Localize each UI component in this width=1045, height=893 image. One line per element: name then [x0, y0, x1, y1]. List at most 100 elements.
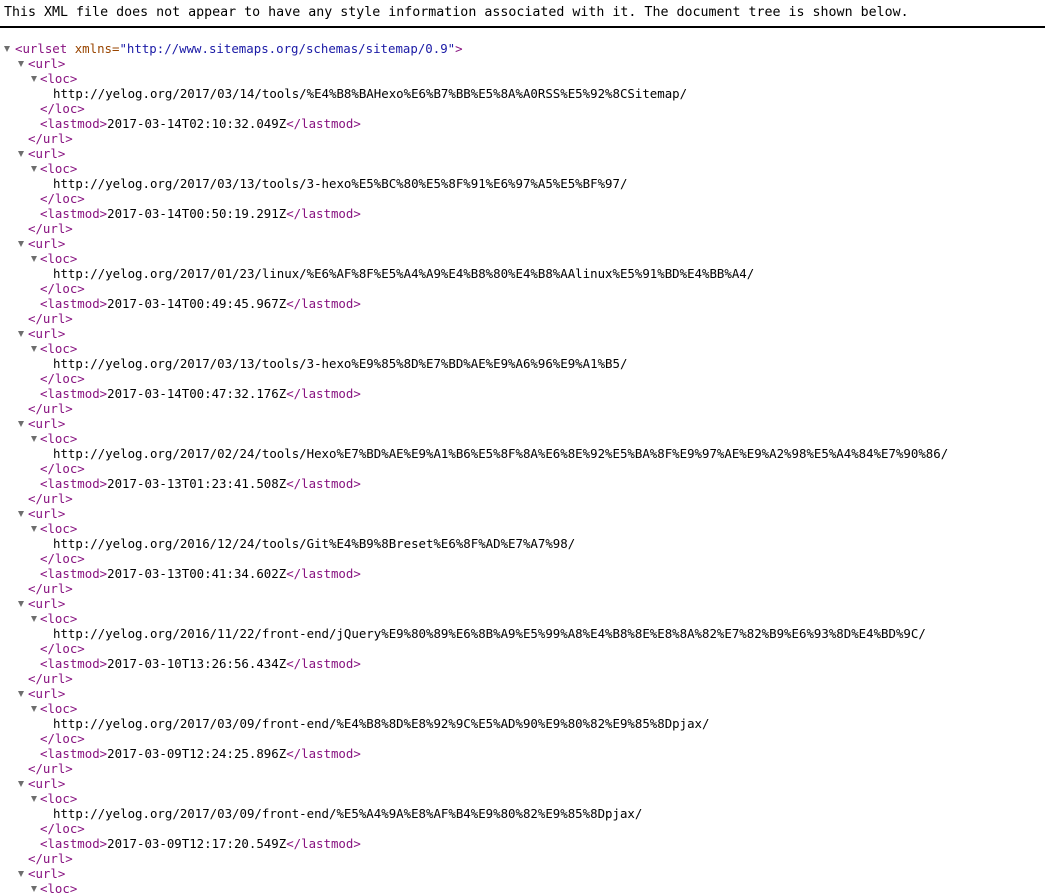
collapse-toggle-icon[interactable]	[17, 776, 27, 791]
loc-value-line: http://yelog.org/2017/02/24/tools/Hexo%E…	[0, 446, 1045, 461]
xmlns-attr-value: "http://www.sitemaps.org/schemas/sitemap…	[119, 41, 456, 56]
collapse-toggle-icon[interactable]	[17, 236, 27, 251]
loc-close-tag: </loc>	[40, 371, 85, 386]
url-close-tag: </url>	[28, 851, 73, 866]
loc-value-line: http://yelog.org/2017/03/14/tools/%E4%B8…	[0, 86, 1045, 101]
loc-close-tag: </loc>	[40, 101, 85, 116]
url-close-tag: </url>	[28, 581, 73, 596]
collapse-toggle-icon[interactable]	[30, 791, 40, 806]
loc-value-line: http://yelog.org/2017/03/13/tools/3-hexo…	[0, 176, 1045, 191]
url-close-line: </url>	[0, 671, 1045, 686]
url-entry: <url> <loc> http://yelog.org/2016/11/22/fr…	[0, 596, 1045, 686]
collapse-toggle-icon[interactable]	[30, 251, 40, 266]
collapse-toggle-icon[interactable]	[17, 866, 27, 881]
url-open-tag: <url>	[28, 866, 66, 881]
lastmod-value: 2017-03-14T02:10:32.049Z	[107, 116, 287, 131]
loc-open-tag: <loc>	[40, 341, 78, 356]
collapse-toggle-icon[interactable]	[17, 506, 27, 521]
collapse-toggle-icon[interactable]	[17, 686, 27, 701]
lastmod-line: <lastmod>2017-03-09T12:17:20.549Z</lastm…	[0, 836, 1045, 851]
collapse-toggle-icon[interactable]	[30, 71, 40, 86]
loc-open-tag: <loc>	[40, 431, 78, 446]
url-close-line: </url>	[0, 221, 1045, 236]
loc-open-tag: <loc>	[40, 521, 78, 536]
url-close-line: </url>	[0, 401, 1045, 416]
lastmod-line: <lastmod>2017-03-10T13:26:56.434Z</lastm…	[0, 656, 1045, 671]
collapse-toggle-icon[interactable]	[30, 701, 40, 716]
lastmod-value: 2017-03-13T00:41:34.602Z	[107, 566, 287, 581]
lastmod-line: <lastmod>2017-03-13T01:23:41.508Z</lastm…	[0, 476, 1045, 491]
loc-open-tag: <loc>	[40, 251, 78, 266]
url-close-line: </url>	[0, 491, 1045, 506]
collapse-toggle-icon[interactable]	[17, 326, 27, 341]
lastmod-close-tag: </lastmod>	[286, 206, 361, 221]
collapse-toggle-icon[interactable]	[3, 41, 13, 56]
url-close-line: </url>	[0, 131, 1045, 146]
urlset-open-tag: <urlset	[15, 41, 68, 56]
loc-url-text: http://yelog.org/2017/03/14/tools/%E4%B8…	[53, 86, 688, 101]
collapse-toggle-icon[interactable]	[30, 611, 40, 626]
loc-value-line: http://yelog.org/2016/12/24/tools/Git%E4…	[0, 536, 1045, 551]
collapse-toggle-icon[interactable]	[30, 431, 40, 446]
loc-open-line: <loc>	[0, 791, 1045, 806]
loc-open-line: <loc>	[0, 701, 1045, 716]
collapse-toggle-icon[interactable]	[17, 596, 27, 611]
url-open-tag: <url>	[28, 506, 66, 521]
collapse-toggle-icon[interactable]	[17, 416, 27, 431]
loc-open-line: <loc>	[0, 251, 1045, 266]
urlset-open-line: <urlset xmlns="http://www.sitemaps.org/s…	[0, 41, 1045, 56]
lastmod-open-tag: <lastmod>	[40, 386, 108, 401]
loc-close-line: </loc>	[0, 371, 1045, 386]
url-close-tag: </url>	[28, 221, 73, 236]
loc-url-text: http://yelog.org/2017/03/09/front-end/%E…	[53, 716, 710, 731]
url-open-line: <url>	[0, 686, 1045, 701]
loc-close-tag: </loc>	[40, 281, 85, 296]
url-open-line: <url>	[0, 776, 1045, 791]
lastmod-value: 2017-03-14T00:50:19.291Z	[107, 206, 287, 221]
lastmod-open-tag: <lastmod>	[40, 566, 108, 581]
loc-value-line: http://yelog.org/2016/11/22/front-end/jQ…	[0, 626, 1045, 641]
loc-close-line: </loc>	[0, 281, 1045, 296]
lastmod-value: 2017-03-14T00:47:32.176Z	[107, 386, 287, 401]
collapse-toggle-icon[interactable]	[17, 56, 27, 71]
collapse-toggle-icon[interactable]	[30, 521, 40, 536]
url-close-tag: </url>	[28, 671, 73, 686]
url-open-line: <url>	[0, 506, 1045, 521]
lastmod-value: 2017-03-09T12:24:25.896Z	[107, 746, 287, 761]
collapse-toggle-icon[interactable]	[30, 341, 40, 356]
loc-close-line: </loc>	[0, 101, 1045, 116]
loc-open-line: <loc>	[0, 71, 1045, 86]
collapse-toggle-icon[interactable]	[30, 881, 40, 893]
lastmod-close-tag: </lastmod>	[286, 476, 361, 491]
lastmod-line: <lastmod>2017-03-14T00:49:45.967Z</lastm…	[0, 296, 1045, 311]
url-open-tag: <url>	[28, 236, 66, 251]
lastmod-line: <lastmod>2017-03-14T00:50:19.291Z</lastm…	[0, 206, 1045, 221]
loc-open-tag: <loc>	[40, 161, 78, 176]
loc-close-tag: </loc>	[40, 551, 85, 566]
lastmod-close-tag: </lastmod>	[286, 656, 361, 671]
url-entry: <url> <loc> http://yelog.org/2017/02/24/to…	[0, 416, 1045, 506]
url-close-tag: </url>	[28, 401, 73, 416]
lastmod-line: <lastmod>2017-03-13T00:41:34.602Z</lastm…	[0, 566, 1045, 581]
url-open-tag: <url>	[28, 596, 66, 611]
loc-open-line: <loc>	[0, 161, 1045, 176]
url-open-tag: <url>	[28, 56, 66, 71]
url-entry: <url> <loc> http://yelog.org/2017/03/09/fr…	[0, 776, 1045, 866]
loc-close-line: </loc>	[0, 641, 1045, 656]
no-style-notice: This XML file does not appear to have an…	[4, 5, 909, 20]
collapse-toggle-icon[interactable]	[30, 161, 40, 176]
collapse-toggle-icon[interactable]	[17, 146, 27, 161]
document-tree: <urlset xmlns="http://www.sitemaps.org/s…	[0, 41, 1045, 893]
loc-close-tag: </loc>	[40, 641, 85, 656]
lastmod-value: 2017-03-13T01:23:41.508Z	[107, 476, 287, 491]
url-open-tag: <url>	[28, 416, 66, 431]
url-open-line-partial: <url>	[0, 866, 1045, 881]
loc-url-text: http://yelog.org/2017/02/24/tools/Hexo%E…	[53, 446, 949, 461]
loc-open-tag: <loc>	[40, 71, 78, 86]
loc-close-tag: </loc>	[40, 191, 85, 206]
lastmod-close-tag: </lastmod>	[286, 296, 361, 311]
url-open-line: <url>	[0, 146, 1045, 161]
loc-open-tag: <loc>	[40, 791, 78, 806]
loc-close-tag: </loc>	[40, 461, 85, 476]
loc-open-tag: <loc>	[40, 611, 78, 626]
